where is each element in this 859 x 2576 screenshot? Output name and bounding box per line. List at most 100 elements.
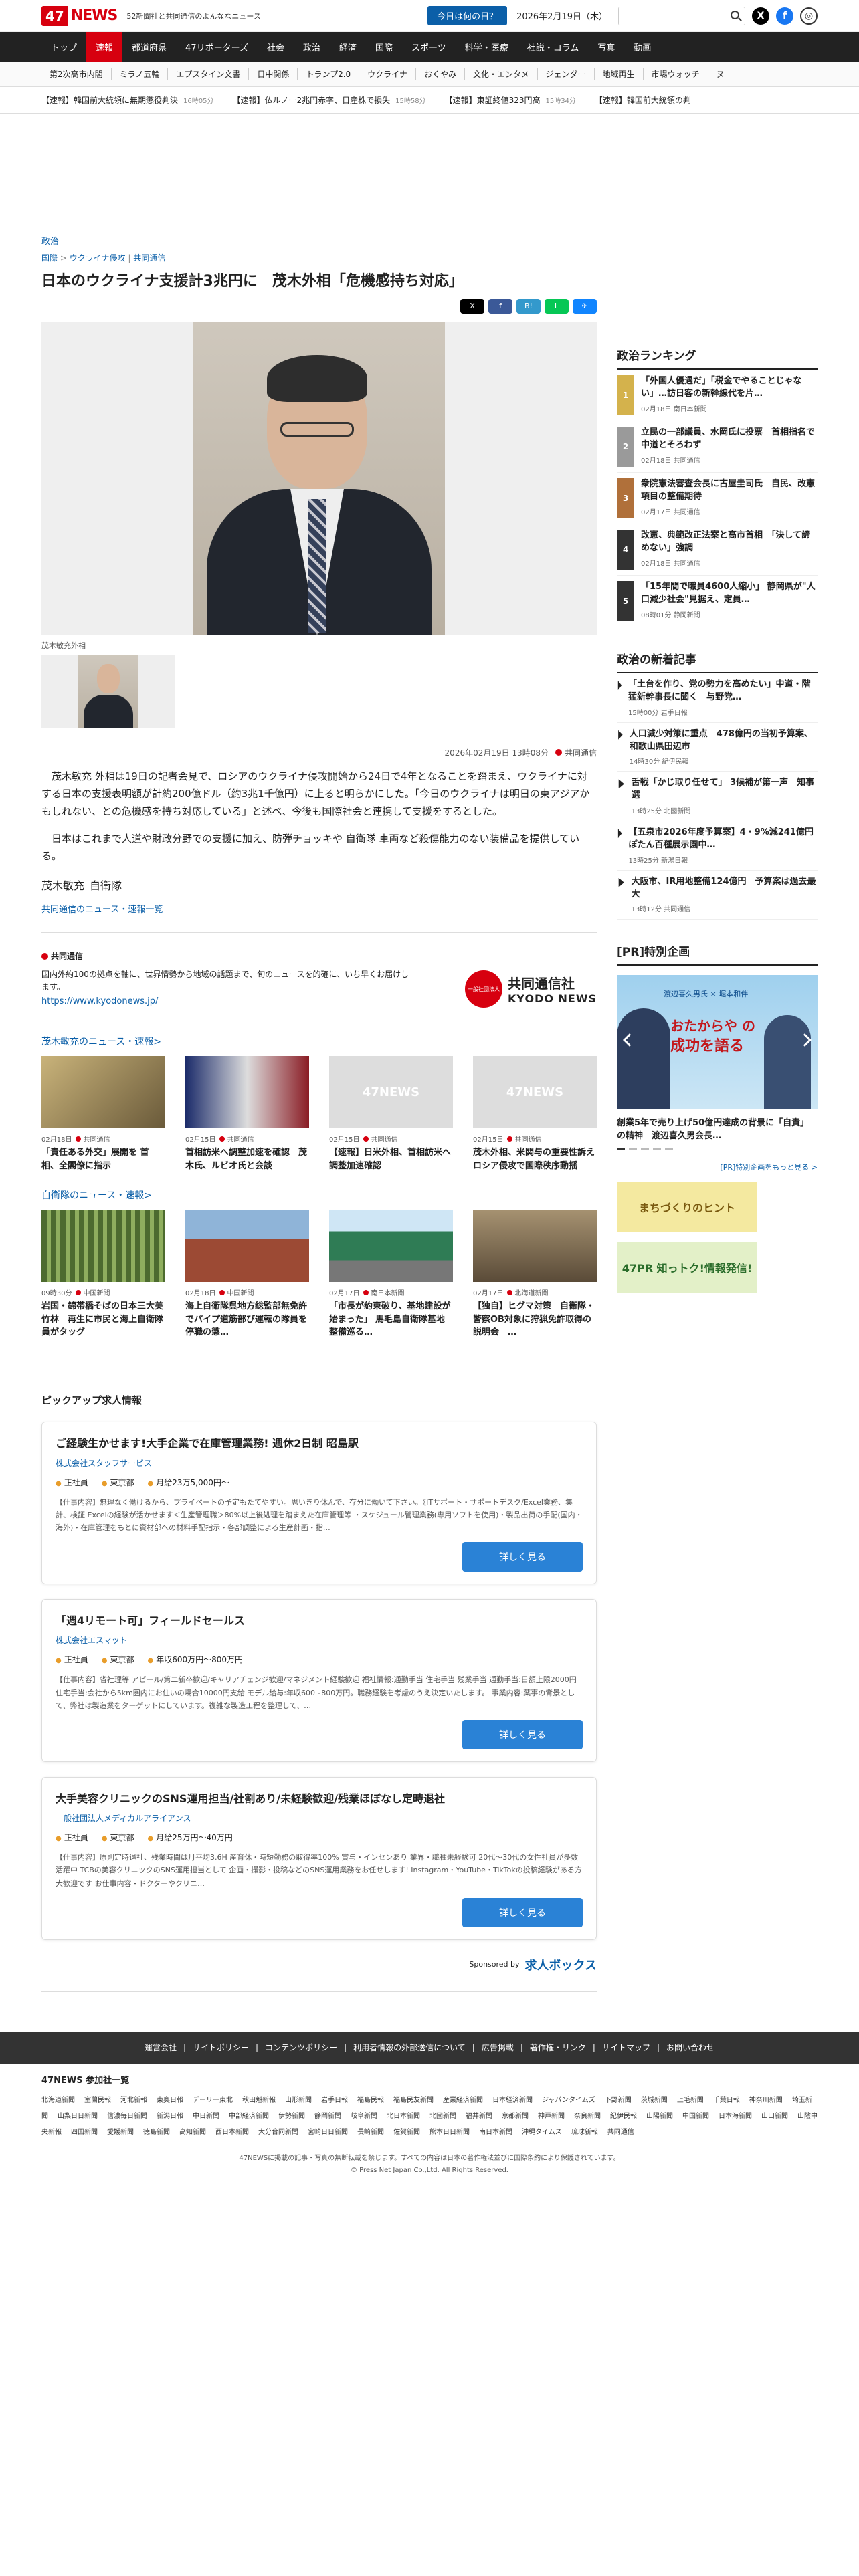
topic-link[interactable]: ミラノ五輪: [112, 68, 169, 80]
member-link[interactable]: 北日本新聞: [387, 2113, 420, 2120]
member-link[interactable]: 西日本新聞: [215, 2129, 249, 2136]
ticker-item[interactable]: 【速報】韓国前大統領に無期懲役判決 16時05分: [41, 94, 213, 106]
nav-international[interactable]: 国際: [366, 32, 402, 62]
topic-link[interactable]: 地域再生: [595, 68, 644, 80]
ranking-item[interactable]: 3 衆院憲法審査会長に古屋圭司氏 自民、改憲項目の整備期待 02月17日 共同通信: [617, 473, 818, 524]
member-link[interactable]: 中日新聞: [193, 2113, 219, 2120]
search-input[interactable]: [618, 6, 745, 25]
member-link[interactable]: 静岡新聞: [314, 2113, 341, 2120]
member-link[interactable]: ジャパンタイムズ: [542, 2097, 595, 2104]
member-link[interactable]: 中国新聞: [682, 2113, 709, 2120]
member-link[interactable]: 産業経済新聞: [443, 2097, 483, 2104]
facebook-icon[interactable]: f: [776, 7, 793, 25]
footer-link[interactable]: 広告掲載: [482, 2042, 514, 2053]
today-button[interactable]: 今日は何の日？: [427, 6, 508, 25]
member-link[interactable]: 下野新聞: [605, 2097, 632, 2104]
banner-47pr[interactable]: 47PR 知っトク!情報発信!: [617, 1242, 757, 1293]
new-article-item[interactable]: 「土台を作り、党の勢力を高めたい」中道・階猛新幹事長に聞く 与野党… 15時00分…: [617, 673, 818, 723]
news-card[interactable]: 02月17日 南日本新聞 「市長が約束破り、基地建設が始まった」 馬毛島自衛隊基地整…: [329, 1210, 453, 1339]
member-link[interactable]: デーリー東北: [193, 2097, 233, 2104]
topic-link[interactable]: 日中関係: [249, 68, 298, 80]
footer-link[interactable]: お問い合わせ: [666, 2042, 714, 2053]
hero-photo[interactable]: [41, 321, 597, 635]
member-link[interactable]: 東奥日報: [157, 2097, 183, 2104]
related-section-title[interactable]: 自衛隊のニュース・速報>: [41, 1188, 597, 1202]
footer-link[interactable]: 運営会社: [145, 2042, 177, 2053]
member-link[interactable]: 佐賀新聞: [393, 2129, 420, 2136]
member-link[interactable]: 福島民報: [357, 2097, 384, 2104]
member-link[interactable]: 岩手日報: [321, 2097, 348, 2104]
tag[interactable]: 自衛隊: [90, 877, 122, 893]
topic-link[interactable]: トランプ2.0: [298, 68, 360, 80]
member-link[interactable]: 共同通信: [607, 2129, 634, 2136]
nav-breaking[interactable]: 速報: [86, 32, 123, 62]
member-link[interactable]: 日本経済新聞: [492, 2097, 533, 2104]
member-link[interactable]: 奈良新聞: [574, 2113, 601, 2120]
topic-link[interactable]: 市場ウォッチ: [644, 68, 708, 80]
tag[interactable]: 茂木敏充: [41, 877, 84, 893]
member-link[interactable]: 千葉日報: [713, 2097, 740, 2104]
topic-link[interactable]: ウクライナ: [359, 68, 416, 80]
nav-video[interactable]: 動画: [624, 32, 660, 62]
ticker-item[interactable]: 【速報】仏ルノー2兆円赤字、日産株で損失 15時58分: [232, 94, 425, 106]
member-link[interactable]: 信濃毎日新聞: [107, 2113, 147, 2120]
nav-science[interactable]: 科学・医療: [456, 32, 518, 62]
ranking-item[interactable]: 2 立民の一部議員、水岡氏に投票 首相指名で中道とそろわず 02月18日 共同通信: [617, 421, 818, 473]
nav-photo[interactable]: 写真: [588, 32, 624, 62]
member-link[interactable]: 徳島新聞: [143, 2129, 170, 2136]
member-link[interactable]: 高知新聞: [179, 2129, 206, 2136]
share-facebook-icon[interactable]: f: [488, 298, 512, 314]
member-link[interactable]: 山口新聞: [761, 2113, 788, 2120]
share-hatena-icon[interactable]: B!: [516, 298, 541, 314]
member-link[interactable]: 長崎新聞: [357, 2129, 384, 2136]
member-link[interactable]: 大分合同新聞: [258, 2129, 298, 2136]
ticker-item[interactable]: 【速報】東証終値323円高 15時34分: [445, 94, 576, 106]
source-url[interactable]: https://www.kyodonews.jp/: [41, 996, 158, 1006]
nav-top[interactable]: トップ: [41, 32, 86, 62]
pr-more-link[interactable]: [PR]特別企画をもっと見る >: [617, 1162, 818, 1172]
member-link[interactable]: 上毛新聞: [677, 2097, 704, 2104]
news-card[interactable]: 47NEWS 02月15日 共同通信 茂木外相、米関与の重要性訴え ロシア侵攻で国際秩…: [473, 1056, 603, 1172]
member-link[interactable]: 山梨日日新聞: [58, 2113, 98, 2120]
member-link[interactable]: 秋田魁新報: [242, 2097, 276, 2104]
member-link[interactable]: 室蘭民報: [84, 2097, 111, 2104]
nav-column[interactable]: 社説・コラム: [518, 32, 589, 62]
member-link[interactable]: 熊本日日新聞: [430, 2129, 470, 2136]
photo-thumbnail[interactable]: [41, 654, 175, 728]
nav-reporters[interactable]: 47リポーターズ: [176, 32, 258, 62]
member-link[interactable]: 福島民友新聞: [393, 2097, 434, 2104]
member-link[interactable]: 紀伊民報: [610, 2113, 637, 2120]
member-link[interactable]: 福井新聞: [466, 2113, 492, 2120]
article-category[interactable]: 政治: [41, 234, 597, 247]
member-link[interactable]: 京都新聞: [502, 2113, 529, 2120]
kyodo-news-link[interactable]: 共同通信のニュース・速報一覧: [41, 902, 597, 915]
job-detail-button[interactable]: 詳しく見る: [462, 1897, 583, 1927]
ranking-item[interactable]: 4 改憲、典範改正法案と高市首相 「決して諦めない」強調 02月18日 共同通信: [617, 524, 818, 576]
member-link[interactable]: 北海道新聞: [41, 2097, 75, 2104]
banner-machizukuri[interactable]: まちづくりのヒント: [617, 1182, 757, 1233]
member-link[interactable]: 岐阜新聞: [351, 2113, 377, 2120]
nav-sports[interactable]: スポーツ: [402, 32, 456, 62]
nav-economy[interactable]: 経済: [330, 32, 366, 62]
footer-link[interactable]: 著作権・リンク: [530, 2042, 586, 2053]
topic-link[interactable]: 文化・エンタメ: [465, 68, 538, 80]
share-bluesky-icon[interactable]: ✈: [573, 298, 597, 314]
ticker-item[interactable]: 【速報】韓国前大統領の判: [595, 94, 691, 106]
globe-icon[interactable]: ◎: [800, 7, 818, 25]
member-link[interactable]: 四国新聞: [71, 2129, 98, 2136]
pr-carousel[interactable]: 渡辺喜久男氏 × 堀本和伴 おたからや の 成功を語る: [617, 975, 818, 1109]
member-link[interactable]: 南日本新聞: [479, 2129, 512, 2136]
new-article-item[interactable]: 【五泉市2026年度予算案】4・9%減241億円 ぽたん百種展示園中… 13時25…: [617, 821, 822, 871]
member-link[interactable]: 沖縄タイムス: [522, 2129, 562, 2136]
topic-link[interactable]: エプスタイン文書: [168, 68, 250, 80]
member-link[interactable]: 山陽新聞: [646, 2113, 673, 2120]
news-card[interactable]: 02月18日 共同通信 「責任ある外交」展開を 首相、全閣僚に指示: [41, 1056, 165, 1172]
member-link[interactable]: 琉球新報: [571, 2129, 598, 2136]
job-card[interactable]: 「週4リモート可」フィールドセールス 株式会社エスマット 正社員東京都年収600…: [41, 1599, 597, 1763]
site-logo[interactable]: 47 NEWS: [41, 5, 118, 27]
x-icon[interactable]: X: [752, 7, 769, 25]
member-link[interactable]: 伊勢新聞: [278, 2113, 305, 2120]
news-card[interactable]: 09時30分 中国新聞 岩国・錦帯橋そばの日本三大美竹林 再生に市民と海上自衛隊員が…: [41, 1210, 165, 1339]
job-card[interactable]: 大手美容クリニックのSNS運用担当/社割あり/未経験歓迎/残業ほぼなし定時退社 …: [41, 1777, 597, 1940]
topic-link[interactable]: おくやみ: [416, 68, 465, 80]
